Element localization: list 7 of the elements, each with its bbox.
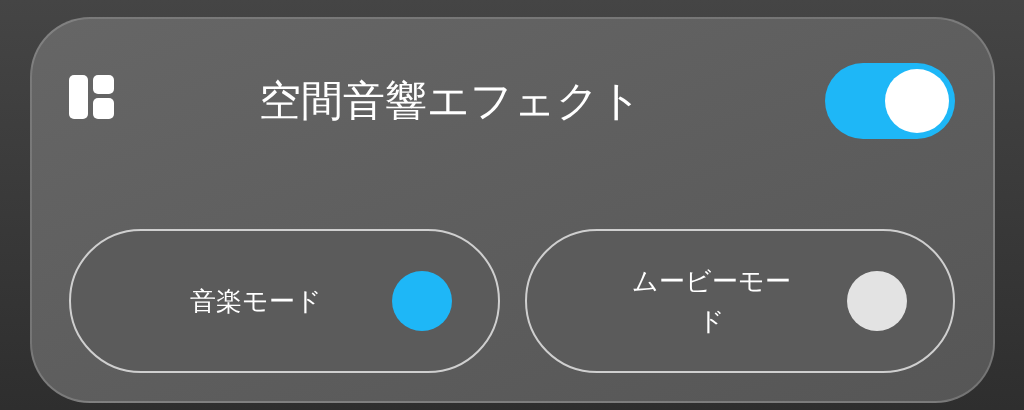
mode-label: 音楽モード bbox=[190, 284, 323, 318]
layout-icon[interactable] bbox=[69, 75, 115, 121]
radio-dot[interactable] bbox=[847, 271, 907, 331]
mode-option[interactable]: 音楽モード bbox=[69, 229, 500, 373]
panel-title: 空間音響エフェクト bbox=[257, 75, 643, 127]
mode-label: ムービーモード bbox=[631, 264, 793, 338]
mode-option[interactable]: ムービーモード bbox=[524, 229, 955, 373]
